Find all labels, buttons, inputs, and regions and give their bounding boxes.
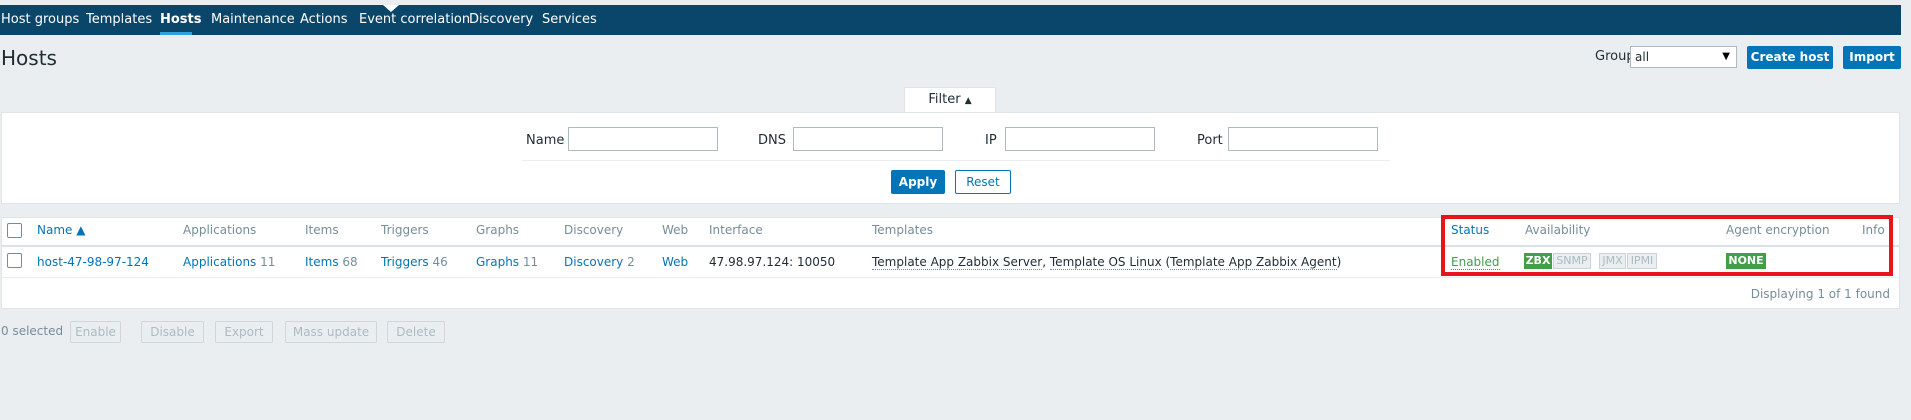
filter-panel: Name DNS IP Port (1, 112, 1900, 204)
discovery-link[interactable]: Discovery (564, 255, 623, 269)
items-cell: Items 68 (305, 255, 358, 269)
column-header-applications: Applications (183, 223, 257, 237)
discovery-cell: Discovery 2 (564, 255, 635, 269)
items-link[interactable]: Items (305, 255, 339, 269)
triggers-count: 46 (432, 255, 448, 269)
filter-tab[interactable]: Filter ▲ (904, 87, 996, 113)
nav-hosts[interactable]: Hosts (160, 5, 202, 35)
filter-ip-input[interactable] (1005, 127, 1155, 151)
row-divider (2, 277, 1899, 278)
filter-port-label: Port (1197, 133, 1223, 148)
collapse-triangle-icon: ▲ (964, 96, 972, 106)
group-select-value: all (1635, 50, 1650, 64)
nav-discovery[interactable]: Discovery (469, 5, 533, 35)
templates-cell: Template App Zabbix Server, Template OS … (872, 255, 1342, 270)
nav-templates[interactable]: Templates (86, 5, 152, 35)
column-header-triggers: Triggers (381, 223, 429, 237)
graphs-link[interactable]: Graphs (476, 255, 519, 269)
applications-link[interactable]: Applications (183, 255, 256, 269)
group-select[interactable]: all ▼ (1630, 46, 1737, 68)
triggers-link[interactable]: Triggers (381, 255, 429, 269)
dropdown-arrow-icon: ▼ (1722, 51, 1730, 62)
row-checkbox[interactable] (7, 253, 22, 268)
apply-button[interactable]: Apply (891, 170, 945, 194)
applications-cell: Applications 11 (183, 255, 275, 269)
filter-tab-label: Filter (928, 92, 961, 107)
interface-value: 47.98.97.124: 10050 (709, 255, 836, 269)
column-header-graphs: Graphs (476, 223, 520, 237)
selected-count: 0 selected (1, 324, 64, 338)
import-button[interactable]: Import (1843, 46, 1901, 69)
graphs-cell: Graphs 11 (476, 255, 538, 269)
nav-host-groups[interactable]: Host groups (1, 5, 79, 35)
filter-name-input[interactable] (568, 127, 718, 151)
applications-count: 11 (260, 255, 276, 269)
column-header-items: Items (305, 223, 339, 237)
nav-services[interactable]: Services (542, 5, 597, 35)
nav-event-correlation[interactable]: Event correlation (359, 5, 470, 35)
nav-active-indicator (160, 32, 192, 35)
reset-button[interactable]: Reset (955, 170, 1011, 194)
filter-ip-label: IP (985, 133, 997, 148)
delete-button[interactable]: Delete (387, 321, 445, 343)
filter-port-input[interactable] (1228, 127, 1378, 151)
host-name-link[interactable]: host-47-98-97-124 (37, 255, 149, 269)
select-all-checkbox[interactable] (7, 223, 22, 238)
mass-update-button[interactable]: Mass update (285, 321, 377, 343)
top-navigation: Host groups Templates Hosts Maintenance … (0, 5, 1901, 35)
template-link[interactable]: Template App Zabbix Server (872, 255, 1043, 270)
column-header-templates: Templates (872, 223, 934, 237)
export-button[interactable]: Export (215, 321, 273, 343)
page-title: Hosts (1, 46, 57, 70)
web-link[interactable]: Web (662, 255, 688, 269)
filter-name-label: Name (526, 133, 565, 148)
column-header-discovery: Discovery (564, 223, 624, 237)
highlight-box (1441, 215, 1893, 276)
enable-button[interactable]: Enable (70, 321, 121, 343)
group-label: Group (1595, 49, 1635, 64)
disable-button[interactable]: Disable (141, 321, 204, 343)
column-header-name[interactable]: Name ▲ (37, 223, 85, 237)
discovery-count: 2 (627, 255, 635, 269)
column-header-interface: Interface (709, 223, 763, 237)
template-link[interactable]: Template OS Linux (1049, 255, 1162, 270)
nav-maintenance[interactable]: Maintenance (211, 5, 295, 35)
column-header-web: Web (662, 223, 689, 237)
items-count: 68 (342, 255, 358, 269)
graphs-count: 11 (522, 255, 539, 269)
triggers-cell: Triggers 46 (381, 255, 448, 269)
template-link[interactable]: Template App Zabbix Agent (1170, 255, 1337, 270)
filter-divider (522, 160, 1390, 161)
menu-pointer-icon (383, 5, 399, 12)
displaying-count: Displaying 1 of 1 found (1750, 287, 1890, 301)
filter-dns-input[interactable] (793, 127, 943, 151)
filter-dns-label: DNS (758, 133, 786, 148)
create-host-button[interactable]: Create host (1747, 46, 1833, 69)
nav-actions[interactable]: Actions (300, 5, 348, 35)
